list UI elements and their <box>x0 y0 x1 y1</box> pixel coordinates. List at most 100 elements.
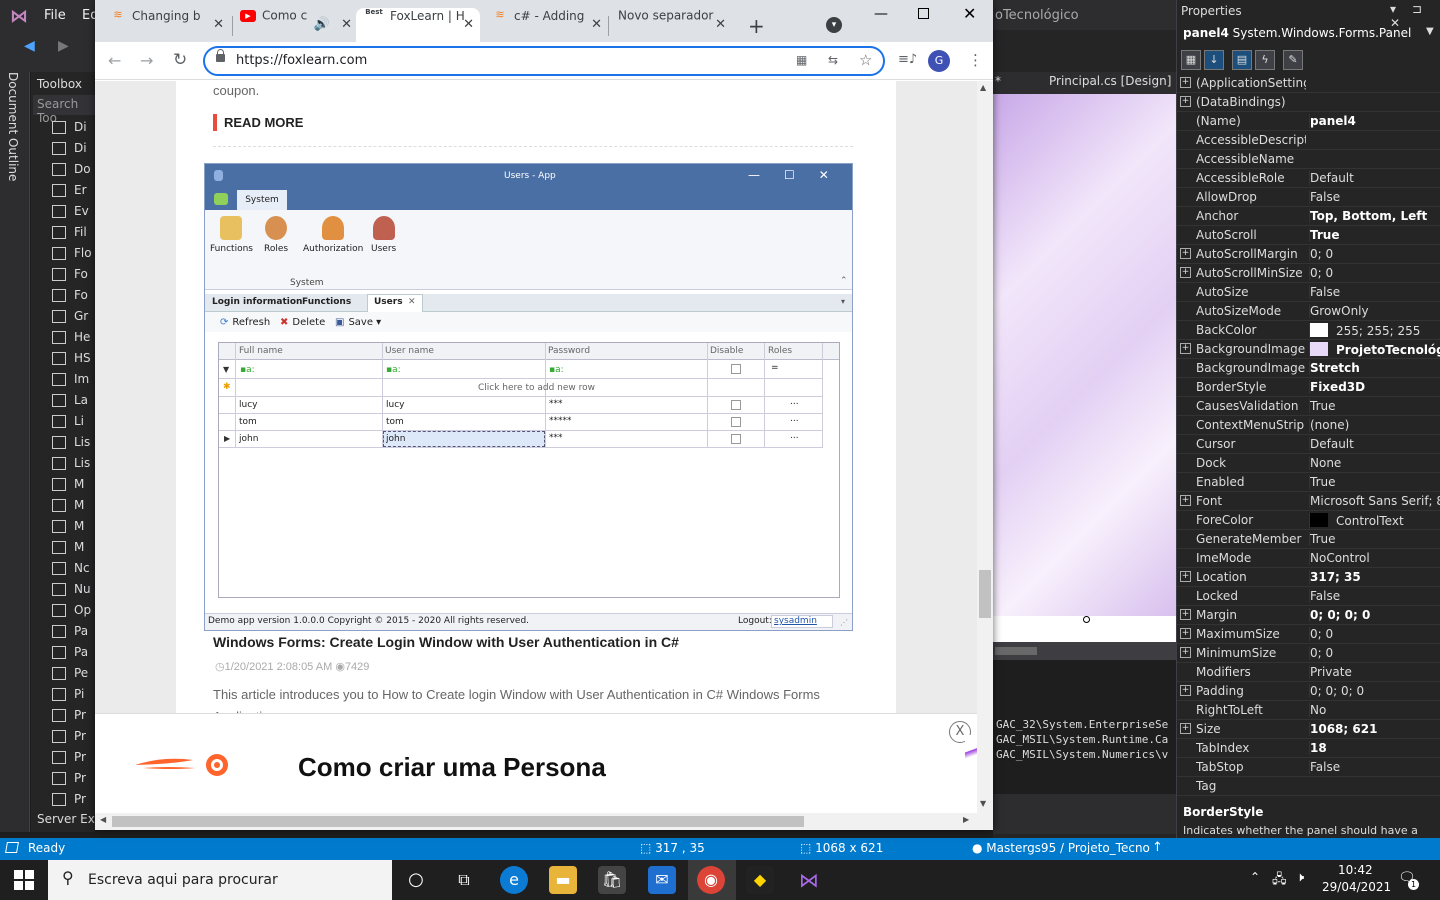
file-explorer-icon[interactable]: ▬ <box>549 866 577 894</box>
toolbox-item[interactable]: M <box>52 519 95 539</box>
property-row[interactable]: AccessibleDescriptio <box>1177 131 1440 150</box>
property-row[interactable]: ImeMode NoControl <box>1177 549 1440 568</box>
close-tab-icon[interactable]: ✕ <box>463 17 474 32</box>
lock-icon[interactable] <box>216 49 225 62</box>
property-row[interactable]: + AutoScrollMinSize 0; 0 <box>1177 264 1440 283</box>
chevron-down-icon[interactable]: ▼ <box>1426 26 1434 37</box>
tab-como[interactable]: ▶ Como c 🔊 ✕ <box>240 8 356 42</box>
toolbox-item[interactable]: Lis <box>52 435 95 455</box>
expand-icon[interactable]: + <box>1180 723 1191 734</box>
store-icon[interactable]: 🛍 <box>598 866 626 894</box>
property-value[interactable]: True <box>1309 399 1440 413</box>
property-row[interactable]: Tag <box>1177 777 1440 796</box>
property-value[interactable]: Stretch <box>1309 361 1440 375</box>
chrome-icon[interactable]: ◉ <box>697 866 725 894</box>
property-value[interactable]: Fixed3D <box>1309 380 1440 394</box>
panel4-designer-surface[interactable] <box>993 94 1176 616</box>
horizontal-scroll-thumb[interactable] <box>112 816 804 827</box>
property-row[interactable]: AutoSizeMode GrowOnly <box>1177 302 1440 321</box>
property-value[interactable]: ProjetoTecnológ <box>1309 342 1440 357</box>
toolbox-item[interactable]: He <box>52 330 95 350</box>
property-row[interactable]: RightToLeft No <box>1177 701 1440 720</box>
expand-icon[interactable]: + <box>1180 571 1191 582</box>
property-row[interactable]: + (DataBindings) <box>1177 93 1440 112</box>
events-icon[interactable]: ϟ <box>1255 50 1275 70</box>
cortana-icon[interactable]: ○ <box>402 866 430 894</box>
toolbox-item[interactable]: Er <box>52 183 95 203</box>
new-tab-button[interactable]: + <box>748 14 765 38</box>
visual-studio-icon[interactable]: ⋈ <box>795 866 823 894</box>
vertical-scroll-thumb[interactable] <box>979 570 991 618</box>
property-value[interactable]: None <box>1309 456 1440 470</box>
resize-handle[interactable] <box>1083 616 1090 623</box>
toolbox-item[interactable]: Li <box>52 414 95 434</box>
qr-code-icon[interactable]: ▦ <box>796 53 807 67</box>
git-tool-icon[interactable]: ◆ <box>746 866 774 894</box>
toolbox-item[interactable]: Fil <box>52 225 95 245</box>
property-row[interactable]: ForeColor ControlText <box>1177 511 1440 530</box>
network-icon[interactable]: 🖧 <box>1272 870 1287 892</box>
property-row[interactable]: Cursor Default <box>1177 435 1440 454</box>
toolbox-item[interactable]: Pa <box>52 624 95 644</box>
property-value[interactable]: Default <box>1309 171 1440 185</box>
toolbox-item[interactable]: Pr <box>52 792 95 812</box>
toolbox-item[interactable]: Op <box>52 603 95 623</box>
property-row[interactable]: + Padding 0; 0; 0; 0 <box>1177 682 1440 701</box>
expand-icon[interactable]: + <box>1180 628 1191 639</box>
property-row[interactable]: + Location 317; 35 <box>1177 568 1440 587</box>
property-row[interactable]: AutoSize False <box>1177 283 1440 302</box>
clock-date[interactable]: 29/04/2021 <box>1322 880 1391 894</box>
property-value[interactable]: Microsoft Sans Serif; 8 <box>1309 494 1440 508</box>
expand-icon[interactable]: + <box>1180 96 1191 107</box>
toolbox-item[interactable]: Pe <box>52 666 95 686</box>
property-row[interactable]: BorderStyle Fixed3D <box>1177 378 1440 397</box>
clock-time[interactable]: 10:42 <box>1338 863 1373 877</box>
property-value[interactable]: Private <box>1309 665 1440 679</box>
bookmark-star-icon[interactable]: ☆ <box>859 51 872 69</box>
properties-view-icon[interactable]: ▤ <box>1232 50 1252 70</box>
tab-principal-design[interactable]: Principal.cs [Design] <box>1049 74 1171 88</box>
expand-icon[interactable]: + <box>1180 267 1191 278</box>
vs-forward-icon[interactable]: ▶ <box>58 38 69 54</box>
task-view-icon[interactable]: ⧉ <box>450 866 478 894</box>
tray-chevron-icon[interactable]: ⌃ <box>1250 870 1260 884</box>
toolbox-item[interactable]: Im <box>52 372 95 392</box>
property-row[interactable]: + AutoScrollMargin 0; 0 <box>1177 245 1440 264</box>
property-row[interactable]: + MinimumSize 0; 0 <box>1177 644 1440 663</box>
toolbox-item[interactable]: Pa <box>52 645 95 665</box>
property-value[interactable]: No <box>1309 703 1440 717</box>
property-value[interactable]: 0; 0 <box>1309 627 1440 641</box>
property-row[interactable]: + BackgroundImage ProjetoTecnológ <box>1177 340 1440 359</box>
property-value[interactable]: False <box>1309 589 1440 603</box>
toolbox-item[interactable]: Nu <box>52 582 95 602</box>
toolbox-item[interactable]: Lis <box>52 456 95 476</box>
toolbox-item[interactable]: Do <box>52 162 95 182</box>
toolbox-item[interactable]: M <box>52 498 95 518</box>
property-row[interactable]: GenerateMember True <box>1177 530 1440 549</box>
expand-icon[interactable]: + <box>1180 343 1191 354</box>
translate-icon[interactable]: ⇆ <box>828 53 838 67</box>
toolbox-item[interactable]: Pr <box>52 708 95 728</box>
property-row[interactable]: + Size 1068; 621 <box>1177 720 1440 739</box>
scroll-right-icon[interactable]: ▶ <box>963 815 969 824</box>
tab-foxlearn[interactable]: Best FoxLearn | H ✕ <box>364 8 478 42</box>
property-row[interactable]: + MaximumSize 0; 0 <box>1177 625 1440 644</box>
property-row[interactable]: BackColor 255; 255; 255 <box>1177 321 1440 340</box>
property-value[interactable]: 0; 0 <box>1309 646 1440 660</box>
property-row[interactable]: CausesValidation True <box>1177 397 1440 416</box>
toolbox-item[interactable]: La <box>52 393 95 413</box>
property-row[interactable]: Modifiers Private <box>1177 663 1440 682</box>
tab-search-icon[interactable]: ▾ <box>826 17 842 33</box>
property-value[interactable]: Default <box>1309 437 1440 451</box>
categorized-icon[interactable]: ▦ <box>1181 50 1201 70</box>
property-row[interactable]: AutoScroll True <box>1177 226 1440 245</box>
property-value[interactable]: panel4 <box>1309 114 1440 128</box>
toolbox-item[interactable]: M <box>52 477 95 497</box>
scroll-up-icon[interactable]: ▲ <box>980 83 986 92</box>
ad-headline[interactable]: Como criar uma Persona <box>298 752 606 783</box>
property-row[interactable]: Dock None <box>1177 454 1440 473</box>
expand-icon[interactable]: + <box>1180 248 1191 259</box>
edge-icon[interactable]: e <box>500 866 528 894</box>
toolbox-item[interactable]: Gr <box>52 309 95 329</box>
close-tab-icon[interactable]: ✕ <box>213 17 224 32</box>
